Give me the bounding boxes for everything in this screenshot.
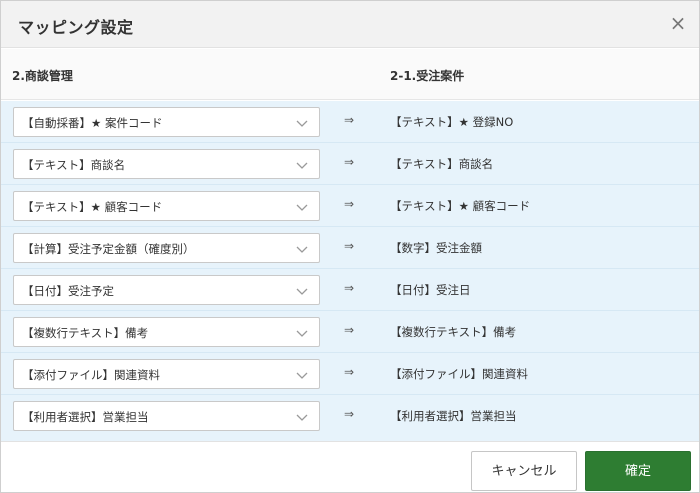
chevron-down-icon (296, 204, 308, 211)
source-field-value: 【利用者選択】営業担当 (22, 410, 149, 424)
source-field-select[interactable]: 【自動採番】★ 案件コード (13, 107, 320, 137)
source-field-select[interactable]: 【テキスト】★ 顧客コード (13, 191, 320, 221)
mapping-row: 【日付】受注予定 ⇒ 【日付】受注日 (1, 269, 699, 311)
mapping-arrow-icon: ⇒ (344, 407, 355, 421)
mapping-arrow-icon: ⇒ (344, 239, 355, 253)
source-field-value: 【複数行テキスト】備考 (22, 326, 149, 340)
target-field-label: 【複数行テキスト】備考 (390, 325, 517, 339)
target-column-header: 2-1.受注案件 (390, 69, 465, 83)
chevron-down-icon (296, 162, 308, 169)
source-field-select[interactable]: 【テキスト】商談名 (13, 149, 320, 179)
source-field-select[interactable]: 【日付】受注予定 (13, 275, 320, 305)
source-column-header: 2.商談管理 (12, 69, 73, 83)
target-field-label: 【テキスト】商談名 (390, 157, 494, 171)
mapping-list: 【自動採番】★ 案件コード ⇒ 【テキスト】★ 登録NO 【テキスト】商談名 ⇒… (1, 101, 699, 441)
mapping-arrow-icon: ⇒ (344, 323, 355, 337)
target-field-label: 【テキスト】★ 登録NO (390, 115, 514, 129)
target-field-label: 【添付ファイル】関連資料 (390, 367, 528, 381)
mapping-row: 【複数行テキスト】備考 ⇒ 【複数行テキスト】備考 (1, 311, 699, 353)
mapping-row: 【テキスト】★ 顧客コード ⇒ 【テキスト】★ 顧客コード (1, 185, 699, 227)
mapping-row: 【自動採番】★ 案件コード ⇒ 【テキスト】★ 登録NO (1, 101, 699, 143)
mapping-arrow-icon: ⇒ (344, 365, 355, 379)
source-field-select[interactable]: 【添付ファイル】関連資料 (13, 359, 320, 389)
source-field-value: 【添付ファイル】関連資料 (22, 368, 160, 382)
mapping-arrow-icon: ⇒ (344, 197, 355, 211)
source-field-select[interactable]: 【利用者選択】営業担当 (13, 401, 320, 431)
chevron-down-icon (296, 414, 308, 421)
chevron-down-icon (296, 372, 308, 379)
cancel-button[interactable]: キャンセル (471, 451, 577, 491)
chevron-down-icon (296, 120, 308, 127)
source-field-value: 【テキスト】★ 顧客コード (22, 200, 163, 214)
close-icon[interactable]: × (667, 12, 689, 34)
chevron-down-icon (296, 246, 308, 253)
confirm-button[interactable]: 確定 (585, 451, 691, 491)
dialog-header: マッピング設定 × (1, 1, 699, 48)
dialog-footer: キャンセル 確定 (1, 441, 699, 492)
mapping-row: 【添付ファイル】関連資料 ⇒ 【添付ファイル】関連資料 (1, 353, 699, 395)
target-field-label: 【日付】受注日 (390, 283, 471, 297)
mapping-row: 【計算】受注予定金額（確度別） ⇒ 【数字】受注金額 (1, 227, 699, 269)
column-headers: 2.商談管理 2-1.受注案件 (1, 49, 699, 100)
source-field-select[interactable]: 【複数行テキスト】備考 (13, 317, 320, 347)
target-field-label: 【テキスト】★ 顧客コード (390, 199, 531, 213)
source-field-value: 【日付】受注予定 (22, 284, 114, 298)
mapping-arrow-icon: ⇒ (344, 281, 355, 295)
target-field-label: 【利用者選択】営業担当 (390, 409, 517, 423)
mapping-arrow-icon: ⇒ (344, 155, 355, 169)
mapping-row: 【テキスト】商談名 ⇒ 【テキスト】商談名 (1, 143, 699, 185)
mapping-arrow-icon: ⇒ (344, 113, 355, 127)
chevron-down-icon (296, 330, 308, 337)
source-field-value: 【自動採番】★ 案件コード (22, 116, 163, 130)
source-field-value: 【テキスト】商談名 (22, 158, 126, 172)
dialog-title: マッピング設定 (18, 18, 134, 37)
mapping-settings-dialog: マッピング設定 × 2.商談管理 2-1.受注案件 【自動採番】★ 案件コード … (0, 0, 700, 493)
mapping-row: 【利用者選択】営業担当 ⇒ 【利用者選択】営業担当 (1, 395, 699, 437)
source-field-value: 【計算】受注予定金額（確度別） (22, 242, 195, 256)
chevron-down-icon (296, 288, 308, 295)
target-field-label: 【数字】受注金額 (390, 241, 482, 255)
source-field-select[interactable]: 【計算】受注予定金額（確度別） (13, 233, 320, 263)
